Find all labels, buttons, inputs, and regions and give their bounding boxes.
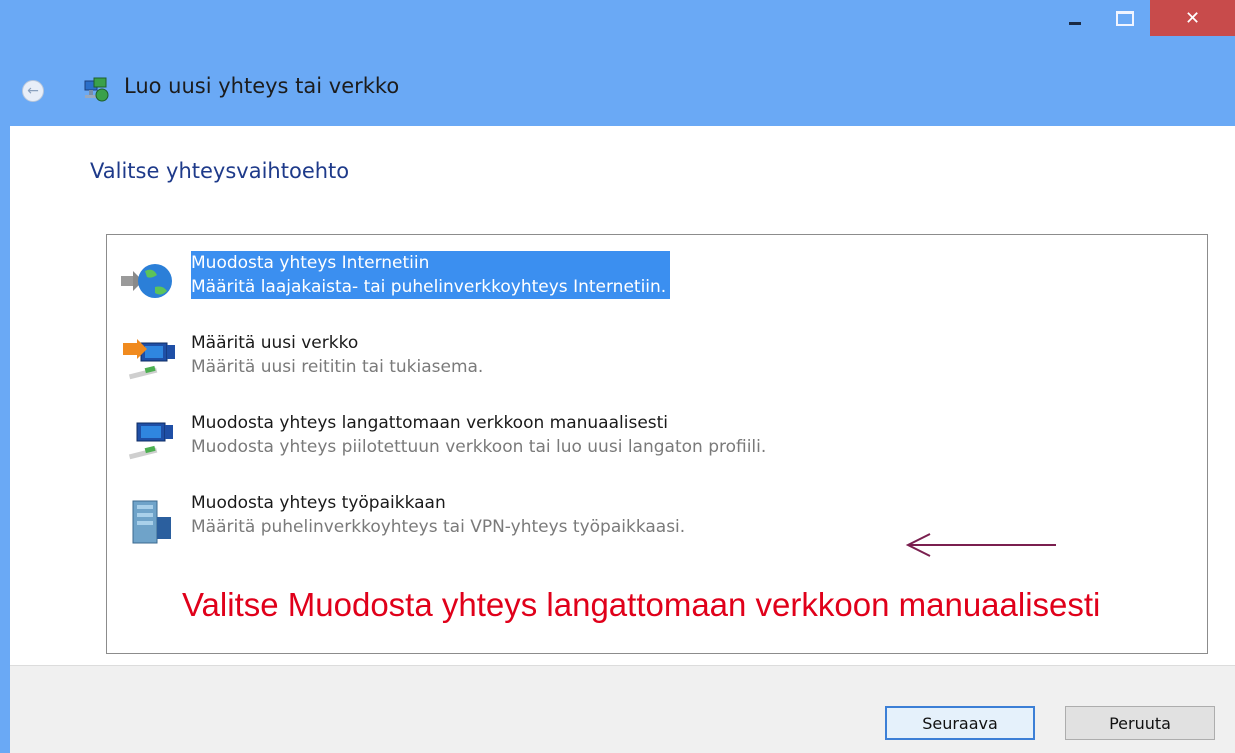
- close-button[interactable]: ✕: [1150, 0, 1235, 36]
- arrow-left-icon: ←: [27, 83, 39, 99]
- option-title: Muodosta yhteys langattomaan verkkoon ma…: [191, 413, 669, 433]
- option-text: Muodosta yhteys langattomaan verkkoon ma…: [191, 411, 766, 459]
- option-description: Muodosta yhteys piilotettuun verkkoon ta…: [191, 437, 767, 457]
- cancel-button[interactable]: Peruuta: [1065, 706, 1215, 740]
- button-bar: Seuraava Peruuta: [10, 665, 1235, 753]
- option-title: Muodosta yhteys työpaikkaan: [191, 493, 446, 513]
- close-icon: ✕: [1184, 7, 1201, 29]
- network-globe-icon: [84, 77, 109, 102]
- dialog-content: Valitse yhteysvaihtoehto Muodosta yhteys…: [10, 126, 1235, 665]
- option-text: Määritä uusi verkko Määritä uusi reititi…: [191, 331, 483, 379]
- workplace-server-icon: [132, 500, 171, 544]
- minimize-icon: [1069, 21, 1081, 25]
- option-text: Muodosta yhteys työpaikkaan Määritä puhe…: [191, 491, 685, 539]
- internet-globe-icon: [121, 264, 172, 298]
- option-text: Muodosta yhteys Internetiin Määritä laaj…: [191, 251, 671, 299]
- next-button[interactable]: Seuraava: [885, 706, 1035, 740]
- option-description: Määritä laajakaista- tai puhelinverkkoyh…: [191, 277, 667, 297]
- instruction-annotation: Valitse Muodosta yhteys langattomaan ver…: [182, 586, 1101, 623]
- option-title: Määritä uusi verkko: [191, 333, 359, 353]
- window-title: Luo uusi yhteys tai verkko: [124, 74, 400, 98]
- wireless-network-icon: [128, 422, 173, 460]
- maximize-icon: [1116, 10, 1134, 26]
- option-description: Määritä uusi reititin tai tukiasema.: [191, 357, 484, 377]
- option-title: Muodosta yhteys Internetiin: [191, 253, 430, 273]
- new-network-icon: [123, 339, 175, 380]
- instruction-heading: Valitse yhteysvaihtoehto: [90, 159, 350, 183]
- option-description: Määritä puhelinverkkoyhteys tai VPN-yhte…: [191, 517, 686, 537]
- title-bar: ✕: [0, 0, 1235, 50]
- back-button[interactable]: ←: [22, 80, 44, 102]
- option-wireless-manual[interactable]: Muodosta yhteys langattomaan verkkoon ma…: [107, 411, 1207, 473]
- maximize-button[interactable]: [1100, 0, 1150, 36]
- minimize-button[interactable]: [1050, 0, 1100, 36]
- option-connect-internet[interactable]: Muodosta yhteys Internetiin Määritä laaj…: [107, 251, 1207, 313]
- option-new-network[interactable]: Määritä uusi verkko Määritä uusi reititi…: [107, 331, 1207, 393]
- pointer-arrow: [905, 533, 1056, 557]
- dialog-window: ✕ ← Luo uusi yhteys tai verkko Valitse y…: [0, 0, 1235, 753]
